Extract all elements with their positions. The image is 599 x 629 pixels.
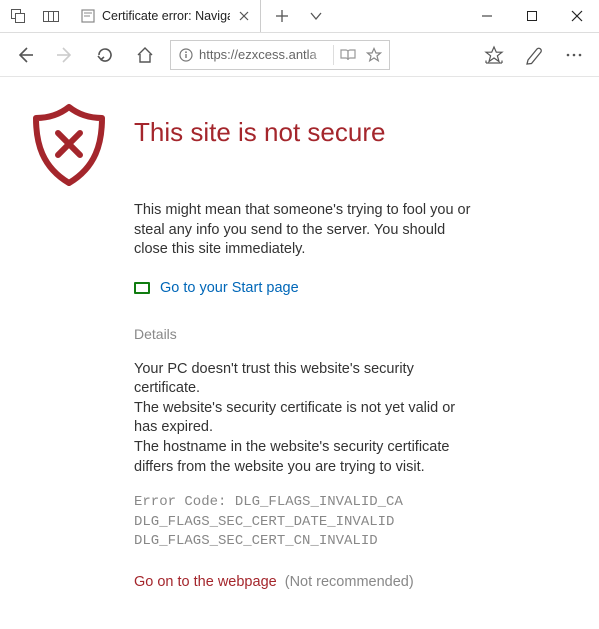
proceed-anyway-link[interactable]: Go on to the webpage — [134, 574, 277, 590]
start-page-row: Go to your Start page — [134, 280, 474, 296]
error-code-2: DLG_FLAGS_SEC_CERT_CN_INVALID — [134, 533, 378, 549]
body-column: This might mean that someone's trying to… — [134, 201, 474, 590]
web-notes-icon[interactable] — [515, 36, 553, 74]
tab-close-icon[interactable] — [236, 8, 252, 24]
address-bar[interactable]: https://ezxcess.antla — [170, 40, 390, 70]
titlebar-left — [0, 0, 70, 32]
tab-favicon-cert-error-icon — [80, 8, 96, 24]
tab-title: Certificate error: Naviga — [102, 9, 230, 23]
proceed-note: (Not recommended) — [285, 574, 414, 590]
refresh-button[interactable] — [86, 36, 124, 74]
home-button[interactable] — [126, 36, 164, 74]
window-controls — [464, 0, 599, 32]
start-page-icon — [134, 282, 150, 294]
go-to-start-page-link[interactable]: Go to your Start page — [160, 280, 299, 296]
site-info-icon[interactable] — [177, 46, 195, 64]
tab-menu-chevron-icon[interactable] — [299, 0, 333, 32]
details-line-2: The website's security certificate is no… — [134, 400, 455, 436]
reading-view-icon[interactable] — [335, 42, 361, 68]
back-button[interactable] — [6, 36, 44, 74]
show-tab-previews-icon[interactable] — [36, 0, 66, 32]
maximize-button[interactable] — [509, 0, 554, 32]
tab-actions — [261, 0, 337, 32]
warning-paragraph: This might mean that someone's trying to… — [134, 201, 474, 260]
new-tab-button[interactable] — [265, 0, 299, 32]
tabs-aside-icon[interactable] — [4, 0, 34, 32]
more-menu-button[interactable] — [555, 36, 593, 74]
error-code-0: DLG_FLAGS_INVALID_CA — [235, 494, 403, 510]
proceed-row: Go on to the webpage (Not recommended) — [134, 574, 474, 590]
error-codes: Error Code: DLG_FLAGS_INVALID_CA DLG_FLA… — [134, 493, 474, 552]
details-line-3: The hostname in the website's security c… — [134, 439, 449, 475]
minimize-button[interactable] — [464, 0, 509, 32]
page-heading: This site is not secure — [134, 117, 385, 148]
hero-row: This site is not secure — [24, 101, 575, 191]
error-code-prefix: Error Code: — [134, 494, 235, 510]
forward-button[interactable] — [46, 36, 84, 74]
titlebar-drag-area — [337, 0, 464, 32]
toolbar: https://ezxcess.antla — [0, 33, 599, 77]
details-heading: Details — [134, 326, 474, 342]
close-window-button[interactable] — [554, 0, 599, 32]
shield-x-icon — [24, 101, 114, 191]
addressbar-separator — [333, 45, 334, 65]
page-content: This site is not secure This might mean … — [0, 77, 599, 614]
details-line-1: Your PC doesn't trust this website's sec… — [134, 361, 414, 397]
favorite-star-icon[interactable] — [361, 42, 387, 68]
details-text: Your PC doesn't trust this website's sec… — [134, 360, 474, 477]
title-bar: Certificate error: Naviga — [0, 0, 599, 33]
browser-tab[interactable]: Certificate error: Naviga — [70, 0, 261, 32]
error-code-1: DLG_FLAGS_SEC_CERT_DATE_INVALID — [134, 514, 394, 530]
url-text[interactable]: https://ezxcess.antla — [199, 47, 332, 62]
favorites-hub-icon[interactable] — [475, 36, 513, 74]
addressbar-actions — [332, 42, 387, 68]
hero-text: This site is not secure — [134, 101, 385, 166]
